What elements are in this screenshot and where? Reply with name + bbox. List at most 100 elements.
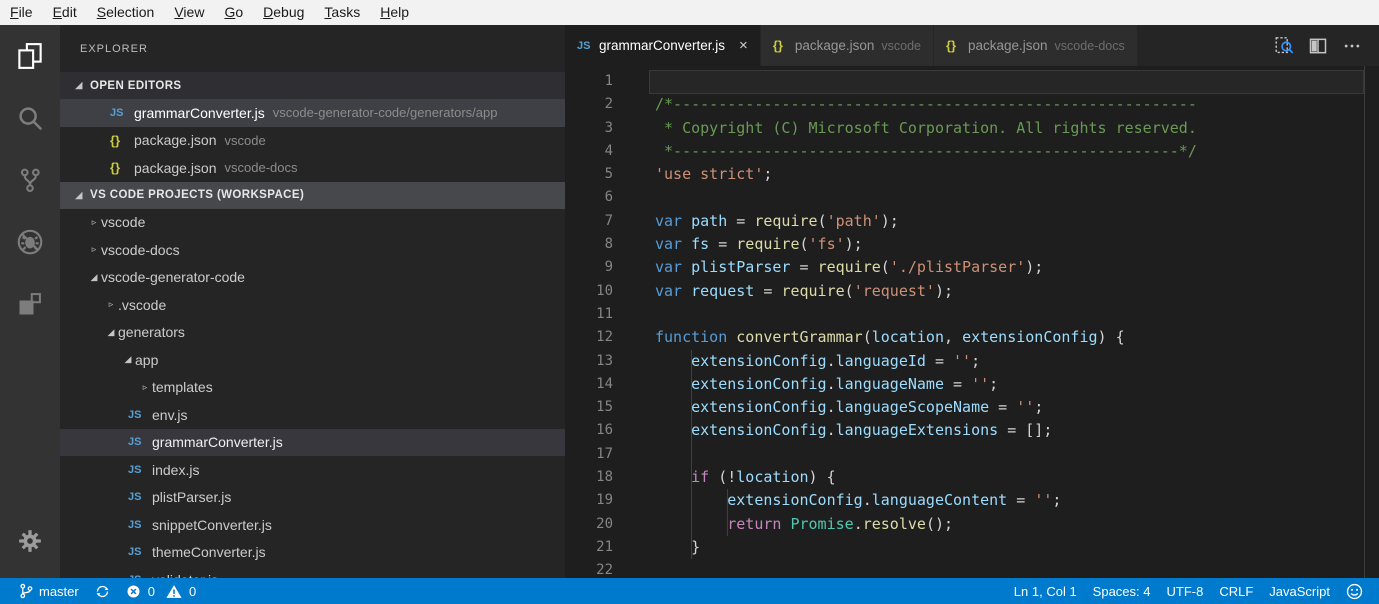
problems-indicator[interactable]: 0 0 — [118, 578, 204, 604]
code-line-21[interactable]: 21 } — [565, 536, 1379, 559]
open-editor-package.json[interactable]: {}package.jsonvscode — [60, 127, 565, 155]
more-actions-button[interactable] — [1335, 25, 1369, 66]
explorer-sidebar: EXPLORER ◢ OPEN EDITORS JSgrammarConvert… — [60, 25, 565, 578]
tree-item-vscode-docs[interactable]: ▹vscode-docs — [60, 236, 565, 264]
menu-view[interactable]: View — [164, 0, 214, 25]
tree-item-label: .vscode — [118, 297, 166, 313]
open-editor-grammarConverter.js[interactable]: JSgrammarConverter.jsvscode-generator-co… — [60, 99, 565, 127]
code-line-13[interactable]: 13 extensionConfig.languageId = ''; — [565, 350, 1379, 373]
tree-item-templates[interactable]: ▹templates — [60, 374, 565, 402]
js-file-icon: JS — [128, 436, 152, 448]
menu-debug[interactable]: Debug — [253, 0, 314, 25]
tree-item-themeConverter.js[interactable]: JSthemeConverter.js — [60, 539, 565, 567]
code-line-12[interactable]: 12function convertGrammar(location, exte… — [565, 326, 1379, 349]
git-branch-indicator[interactable]: master — [10, 578, 87, 604]
feedback-button[interactable] — [1338, 578, 1371, 604]
line-number: 3 — [565, 117, 613, 140]
code-line-14[interactable]: 14 extensionConfig.languageName = ''; — [565, 373, 1379, 396]
code-line-8[interactable]: 8var fs = require('fs'); — [565, 233, 1379, 256]
tab-package.json-vscode-docs[interactable]: {}package.jsonvscode-docs — [934, 25, 1138, 66]
code-line-2[interactable]: 2/*-------------------------------------… — [565, 93, 1379, 116]
eol-indicator[interactable]: CRLF — [1211, 578, 1261, 604]
line-number: 15 — [565, 396, 613, 419]
menu-file[interactable]: File — [0, 0, 43, 25]
language-mode-indicator[interactable]: JavaScript — [1261, 578, 1338, 604]
tree-item-snippetConverter.js[interactable]: JSsnippetConverter.js — [60, 511, 565, 539]
line-number: 22 — [565, 559, 613, 578]
activitybar-extensions[interactable] — [0, 273, 60, 335]
cursor-position[interactable]: Ln 1, Col 1 — [1006, 578, 1085, 604]
chevron-expanded-icon: ◢ — [72, 190, 86, 201]
tree-item-index.js[interactable]: JSindex.js — [60, 456, 565, 484]
line-number: 17 — [565, 443, 613, 466]
menu-go[interactable]: Go — [214, 0, 253, 25]
menu-help[interactable]: Help — [370, 0, 419, 25]
menu-edit[interactable]: Edit — [43, 0, 87, 25]
code-line-22[interactable]: 22 — [565, 559, 1379, 578]
indent-guide — [691, 350, 692, 560]
line-number: 16 — [565, 419, 613, 442]
code-line-15[interactable]: 15 extensionConfig.languageScopeName = '… — [565, 396, 1379, 419]
code-line-5[interactable]: 5'use strict'; — [565, 163, 1379, 186]
code-line-19[interactable]: 19 extensionConfig.languageContent = ''; — [565, 489, 1379, 512]
line-number: 9 — [565, 256, 613, 279]
tree-item-.vscode[interactable]: ▹.vscode — [60, 291, 565, 319]
sync-icon — [95, 584, 110, 599]
menu-selection[interactable]: Selection — [87, 0, 165, 25]
line-number: 12 — [565, 326, 613, 349]
sidebar-title: EXPLORER — [60, 25, 565, 72]
indentation-indicator[interactable]: Spaces: 4 — [1085, 578, 1159, 604]
code-editor[interactable]: 12 /*------------------------------------… — [565, 66, 1379, 578]
tree-item-app[interactable]: ◢app — [60, 346, 565, 374]
encoding-indicator[interactable]: UTF-8 — [1159, 578, 1212, 604]
close-icon[interactable]: × — [739, 38, 748, 53]
code-line-11[interactable]: 11 — [565, 303, 1379, 326]
code-line-17[interactable]: 17 — [565, 443, 1379, 466]
tree-item-label: index.js — [152, 462, 199, 478]
js-file-icon: JS — [128, 409, 152, 421]
code-line-3[interactable]: 3 * Copyright (C) Microsoft Corporation.… — [565, 117, 1379, 140]
workspace-header[interactable]: ◢ VS CODE PROJECTS (WORKSPACE) — [60, 182, 565, 209]
sync-button[interactable] — [87, 578, 118, 604]
code-line-9[interactable]: 9var plistParser = require('./plistParse… — [565, 256, 1379, 279]
code-line-4[interactable]: 4 *-------------------------------------… — [565, 140, 1379, 163]
js-file-icon: JS — [577, 40, 599, 52]
chevron-collapsed-icon: ▹ — [104, 299, 118, 310]
activitybar-source-control[interactable] — [0, 149, 60, 211]
tree-item-env.js[interactable]: JSenv.js — [60, 401, 565, 429]
file-tree: ▹vscode▹vscode-docs◢vscode-generator-cod… — [60, 209, 565, 579]
menu-tasks[interactable]: Tasks — [314, 0, 370, 25]
split-editor-button[interactable] — [1301, 25, 1335, 66]
code-line-20[interactable]: 20 return Promise.resolve(); — [565, 513, 1379, 536]
code-line-16[interactable]: 16 extensionConfig.languageExtensions = … — [565, 419, 1379, 442]
tree-item-label: vscode-generator-code — [101, 269, 245, 285]
code-line-7[interactable]: 7var path = require('path'); — [565, 210, 1379, 233]
activitybar-settings[interactable] — [0, 510, 60, 572]
code-line-18[interactable]: 18 if (!location) { — [565, 466, 1379, 489]
activitybar-search[interactable] — [0, 87, 60, 149]
activitybar-explorer[interactable] — [0, 25, 60, 87]
tree-item-grammarConverter.js[interactable]: JSgrammarConverter.js — [60, 429, 565, 457]
line-number: 6 — [565, 186, 613, 209]
line-content: /*--------------------------------------… — [655, 93, 1197, 116]
tab-package.json-vscode[interactable]: {}package.jsonvscode — [761, 25, 934, 66]
tree-item-generators[interactable]: ◢generators — [60, 319, 565, 347]
menu-mnemonic: T — [324, 4, 331, 20]
line-number: 18 — [565, 466, 613, 489]
code-line-10[interactable]: 10var request = require('request'); — [565, 280, 1379, 303]
tree-item-validator.js[interactable]: JSvalidator.js — [60, 566, 565, 578]
chevron-expanded-icon: ◢ — [87, 272, 101, 283]
tab-grammarConverter.js[interactable]: JSgrammarConverter.js× — [565, 25, 761, 66]
code-line-6[interactable]: 6 — [565, 186, 1379, 209]
open-preview-button[interactable] — [1267, 25, 1301, 66]
tree-item-vscode[interactable]: ▹vscode — [60, 209, 565, 237]
editor-group: JSgrammarConverter.js×{}package.jsonvsco… — [565, 25, 1379, 578]
open-editor-package.json[interactable]: {}package.jsonvscode-docs — [60, 154, 565, 182]
open-editors-header[interactable]: ◢ OPEN EDITORS — [60, 72, 565, 99]
open-editor-detail: vscode-docs — [225, 160, 298, 175]
line-number: 5 — [565, 163, 613, 186]
tree-item-vscode-generator-code[interactable]: ◢vscode-generator-code — [60, 264, 565, 292]
status-bar: master 0 0 L — [0, 578, 1379, 604]
tree-item-plistParser.js[interactable]: JSplistParser.js — [60, 484, 565, 512]
activitybar-debug[interactable] — [0, 211, 60, 273]
